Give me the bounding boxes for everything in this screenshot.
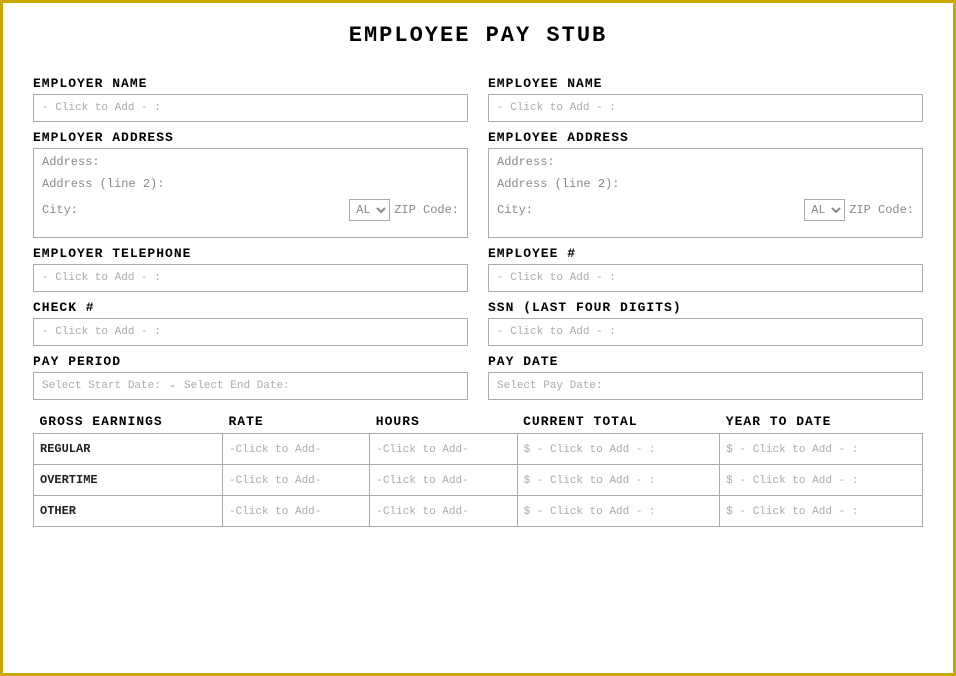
employee-city-input[interactable] xyxy=(537,203,800,217)
employer-tel-label: EMPLOYER TELEPHONE xyxy=(33,246,468,261)
employer-address-label: EMPLOYER ADDRESS xyxy=(33,130,468,145)
left-column: EMPLOYER NAME - Click to Add - : EMPLOYE… xyxy=(33,68,468,400)
pay-period-end: Select End Date: xyxy=(184,380,290,392)
row-current-0[interactable]: $ - Click to Add - : xyxy=(517,434,720,465)
employer-address-line1: Address: xyxy=(42,155,459,169)
page-title: EMPLOYEE PAY STUB xyxy=(33,23,923,48)
employer-state-select[interactable]: AL AK AZ xyxy=(349,199,390,221)
ssn-label: SSN (LAST FOUR DIGITS) xyxy=(488,300,923,315)
row-hours-0[interactable]: -Click to Add- xyxy=(370,434,517,465)
employee-state-select[interactable]: AL AK AZ xyxy=(804,199,845,221)
row-ytd-1[interactable]: $ - Click to Add - : xyxy=(720,465,923,496)
employee-city-label: City: xyxy=(497,203,533,217)
ssn-placeholder: - Click to Add - : xyxy=(497,326,616,338)
employer-address-line2: Address (line 2): xyxy=(42,177,459,191)
employer-city-input[interactable] xyxy=(82,203,345,217)
row-hours-2[interactable]: -Click to Add- xyxy=(370,496,517,527)
col-header-ytd: YEAR TO DATE xyxy=(720,410,923,434)
check-placeholder: - Click to Add - : xyxy=(42,326,161,338)
earnings-row: REGULAR -Click to Add- -Click to Add- $ … xyxy=(34,434,923,465)
employer-zip-label: ZIP Code: xyxy=(394,203,459,217)
employer-name-placeholder: - Click to Add - : xyxy=(42,102,161,114)
pay-period-input[interactable]: Select Start Date: - Select End Date: xyxy=(33,372,468,400)
employer-tel-input[interactable]: - Click to Add - : xyxy=(33,264,468,292)
earnings-row: OVERTIME -Click to Add- -Click to Add- $… xyxy=(34,465,923,496)
check-label: CHECK # xyxy=(33,300,468,315)
employee-zip-label: ZIP Code: xyxy=(849,203,914,217)
employee-name-input[interactable]: - Click to Add - : xyxy=(488,94,923,122)
ssn-input[interactable]: - Click to Add - : xyxy=(488,318,923,346)
col-header-current: CURRENT TOTAL xyxy=(517,410,720,434)
row-current-2[interactable]: $ - Click to Add - : xyxy=(517,496,720,527)
col-header-rate: RATE xyxy=(222,410,369,434)
pay-date-input[interactable]: Select Pay Date: xyxy=(488,372,923,400)
employee-num-placeholder: - Click to Add - : xyxy=(497,272,616,284)
employee-name-placeholder: - Click to Add - : xyxy=(497,102,616,114)
row-current-1[interactable]: $ - Click to Add - : xyxy=(517,465,720,496)
employee-address-line1: Address: xyxy=(497,155,914,169)
employer-city-row: City: AL AK AZ ZIP Code: xyxy=(42,199,459,221)
row-label-0: REGULAR xyxy=(34,434,223,465)
pay-period-dash: - xyxy=(169,379,176,393)
earnings-row: OTHER -Click to Add- -Click to Add- $ - … xyxy=(34,496,923,527)
right-column: EMPLOYEE NAME - Click to Add - : EMPLOYE… xyxy=(488,68,923,400)
employee-city-row: City: AL AK AZ ZIP Code: xyxy=(497,199,914,221)
row-rate-2[interactable]: -Click to Add- xyxy=(222,496,369,527)
row-rate-1[interactable]: -Click to Add- xyxy=(222,465,369,496)
pay-date-placeholder: Select Pay Date: xyxy=(497,380,603,392)
col-header-gross: GROSS EARNINGS xyxy=(34,410,223,434)
pay-date-label: PAY DATE xyxy=(488,354,923,369)
pay-period-label: PAY PERIOD xyxy=(33,354,468,369)
row-ytd-0[interactable]: $ - Click to Add - : xyxy=(720,434,923,465)
row-label-2: OTHER xyxy=(34,496,223,527)
employee-address-line2: Address (line 2): xyxy=(497,177,914,191)
employer-city-label: City: xyxy=(42,203,78,217)
pay-stub-page: EMPLOYEE PAY STUB EMPLOYER NAME - Click … xyxy=(0,0,956,676)
row-label-1: OVERTIME xyxy=(34,465,223,496)
earnings-table: GROSS EARNINGS RATE HOURS CURRENT TOTAL … xyxy=(33,410,923,527)
employee-name-label: EMPLOYEE NAME xyxy=(488,76,923,91)
row-ytd-2[interactable]: $ - Click to Add - : xyxy=(720,496,923,527)
row-rate-0[interactable]: -Click to Add- xyxy=(222,434,369,465)
check-input[interactable]: - Click to Add - : xyxy=(33,318,468,346)
earnings-section: GROSS EARNINGS RATE HOURS CURRENT TOTAL … xyxy=(33,410,923,527)
employee-address-box[interactable]: Address: Address (line 2): City: AL AK A… xyxy=(488,148,923,238)
pay-period-start: Select Start Date: xyxy=(42,380,161,392)
top-section: EMPLOYER NAME - Click to Add - : EMPLOYE… xyxy=(33,68,923,400)
employee-address-label: EMPLOYEE ADDRESS xyxy=(488,130,923,145)
row-hours-1[interactable]: -Click to Add- xyxy=(370,465,517,496)
employee-num-input[interactable]: - Click to Add - : xyxy=(488,264,923,292)
employer-name-label: EMPLOYER NAME xyxy=(33,76,468,91)
employer-name-input[interactable]: - Click to Add - : xyxy=(33,94,468,122)
employer-address-box[interactable]: Address: Address (line 2): City: AL AK A… xyxy=(33,148,468,238)
col-header-hours: HOURS xyxy=(370,410,517,434)
employee-num-label: EMPLOYEE # xyxy=(488,246,923,261)
employer-tel-placeholder: - Click to Add - : xyxy=(42,272,161,284)
